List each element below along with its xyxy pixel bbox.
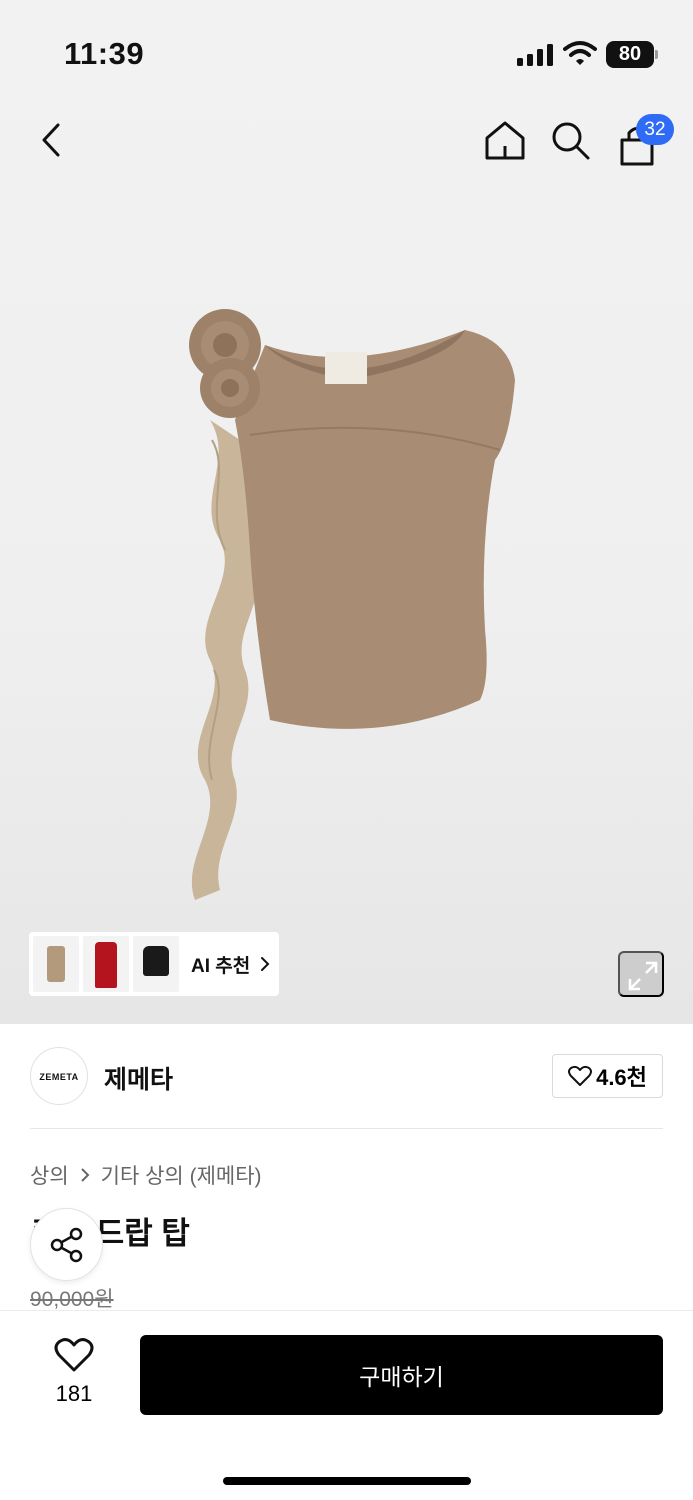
chevron-right-icon	[80, 1168, 90, 1182]
buy-button[interactable]: 구매하기	[140, 1335, 663, 1415]
breadcrumb-category[interactable]: 상의	[30, 1160, 69, 1190]
heart-icon	[568, 1065, 593, 1086]
back-button[interactable]	[34, 118, 74, 162]
chevron-right-icon	[261, 957, 270, 971]
ai-recommend-label: AI 추천	[191, 955, 251, 977]
battery-level: 80	[606, 41, 654, 68]
cellular-signal-icon	[517, 44, 553, 66]
wishlist-count: 181	[55, 1381, 93, 1406]
original-price: 90,000원	[30, 1288, 114, 1311]
brand-logo[interactable]: ZEMETA	[30, 1047, 88, 1105]
cart-count-badge: 32	[636, 114, 674, 145]
recommend-thumbnail[interactable]	[133, 936, 179, 992]
expand-icon	[628, 961, 658, 991]
breadcrumb: 상의 기타 상의 (제메타)	[30, 1160, 262, 1190]
search-icon	[552, 122, 590, 160]
search-button[interactable]	[548, 118, 594, 164]
brand-like-count: 4.6천	[596, 1065, 647, 1090]
bottom-action-bar: 181 구매하기	[0, 1310, 693, 1500]
recommend-thumbnail[interactable]	[33, 936, 79, 992]
heart-icon	[54, 1338, 94, 1372]
share-button[interactable]	[30, 1208, 103, 1281]
wishlist-button[interactable]: 181	[40, 1337, 108, 1407]
brand-like-button[interactable]: 4.6천	[552, 1054, 663, 1098]
chevron-left-icon	[42, 123, 60, 157]
expand-image-button[interactable]	[618, 951, 664, 997]
battery-tip	[655, 50, 658, 59]
recommend-thumbnail[interactable]	[83, 936, 129, 992]
product-image	[189, 309, 515, 900]
divider	[30, 1128, 663, 1129]
product-detail-page: 11:39 80 32 AI 추천 ZEMETA 제메타 4.6천 상의 기타 …	[0, 0, 693, 1500]
home-indicator	[223, 1477, 471, 1485]
breadcrumb-subcategory[interactable]: 기타 상의 (제메타)	[101, 1160, 262, 1190]
share-icon	[50, 1227, 83, 1263]
status-time: 11:39	[64, 36, 145, 71]
product-image-area[interactable]: 11:39 80 32 AI 추천	[0, 0, 693, 1024]
home-button[interactable]	[482, 118, 528, 164]
ai-recommend-button[interactable]: AI 추천	[29, 932, 279, 996]
home-icon	[485, 121, 525, 160]
battery-indicator: 80	[606, 41, 658, 68]
brand-name[interactable]: 제메타	[104, 1060, 173, 1096]
wifi-icon	[563, 41, 597, 65]
cart-button[interactable]: 32	[614, 112, 676, 166]
